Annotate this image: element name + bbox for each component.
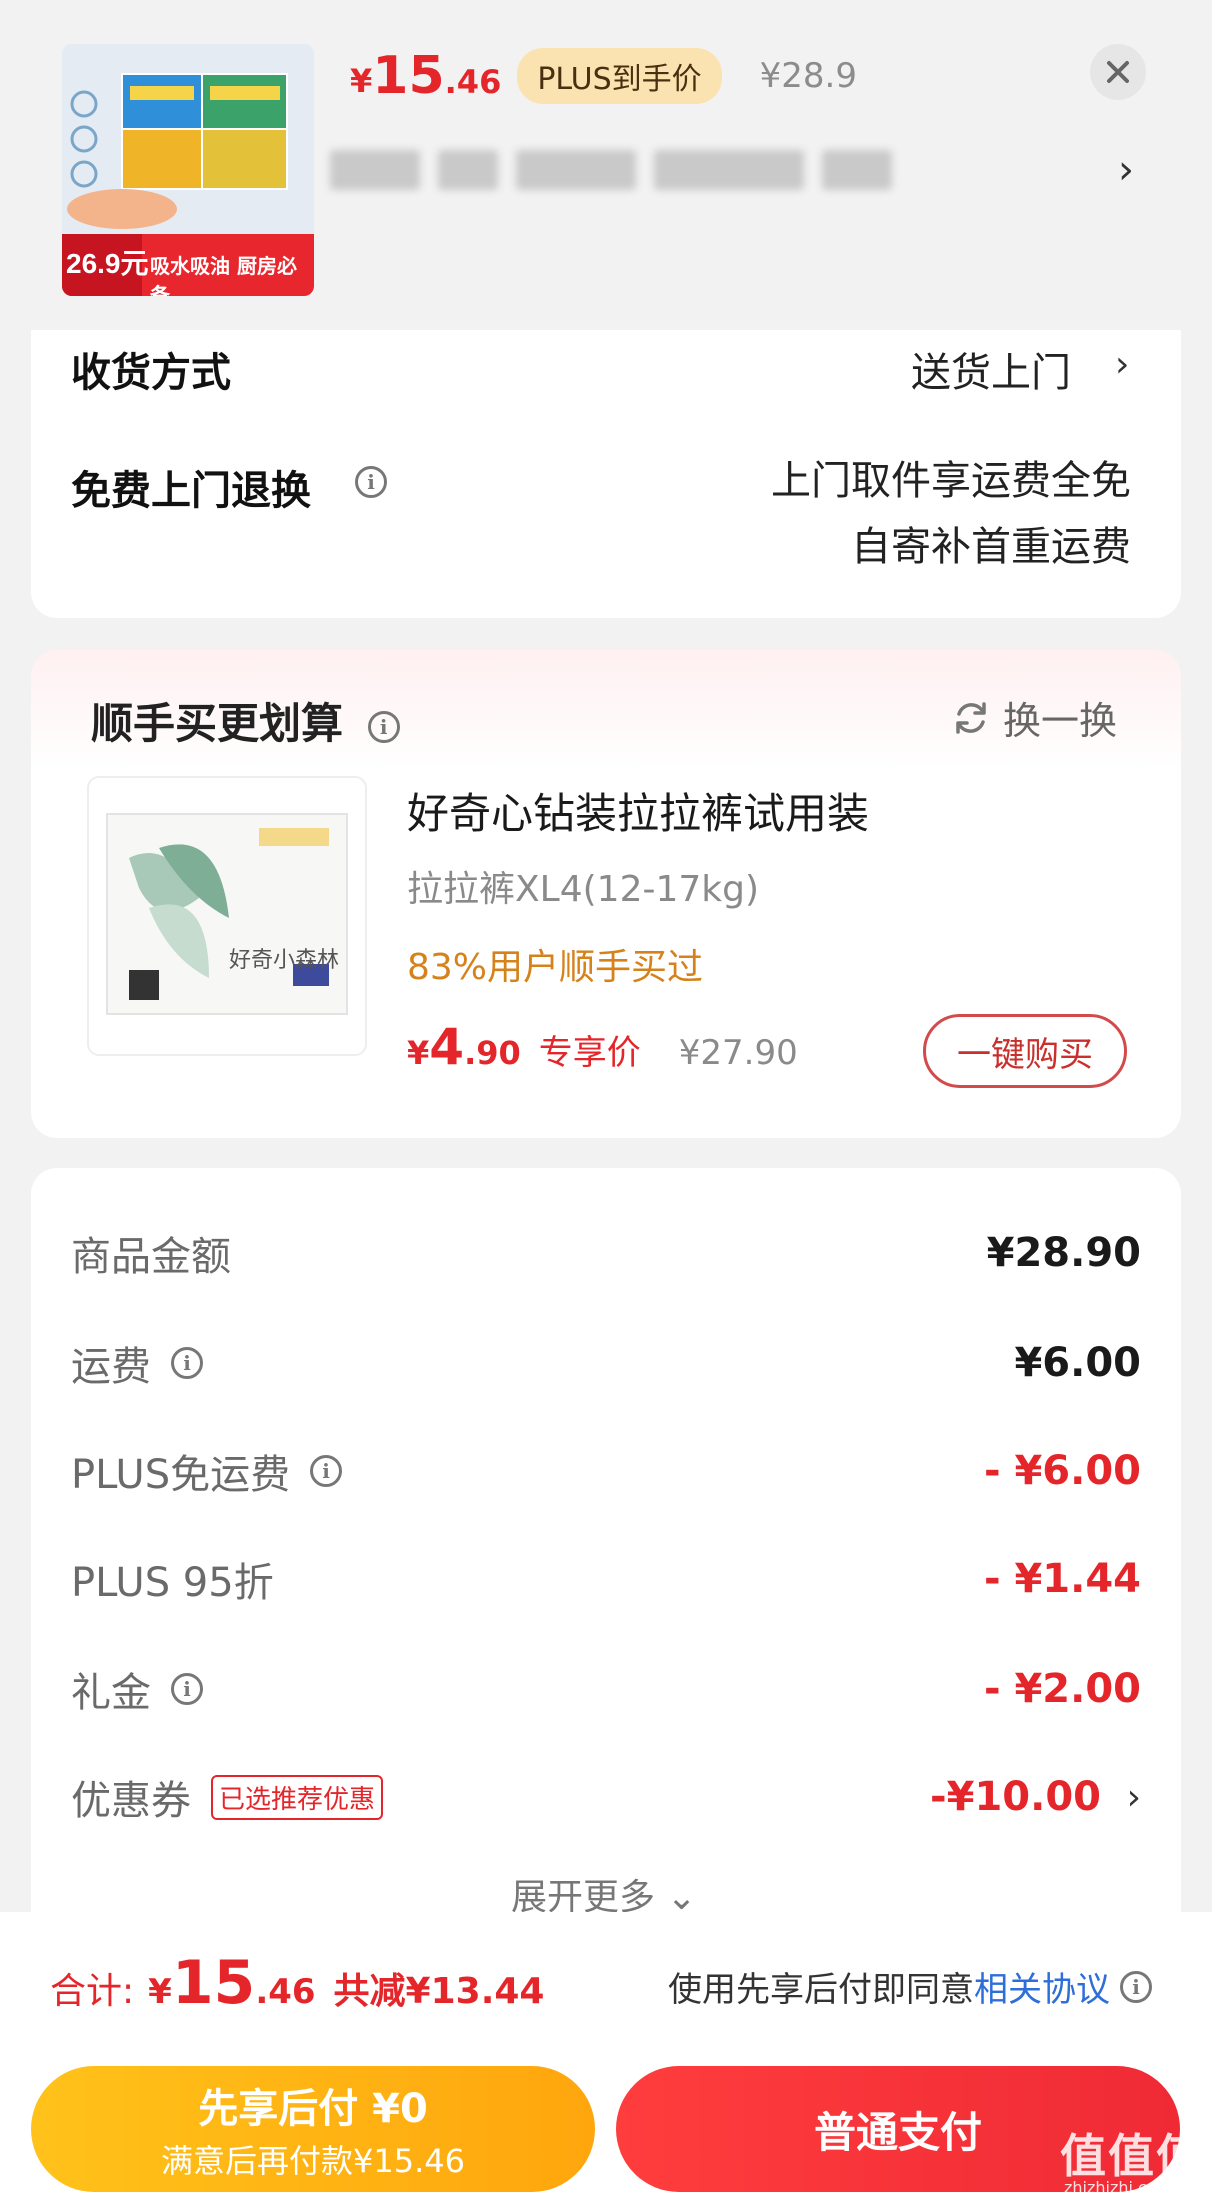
summary-row-gift-money: 礼金 i - ¥2.00 (71, 1654, 1141, 1724)
original-price: ¥28.9 (759, 56, 857, 96)
close-icon (1107, 61, 1129, 83)
total-decimal: .46 (255, 1972, 316, 2012)
price-decimal: .46 (444, 63, 502, 101)
shipping-method-value[interactable]: 送货上门 (911, 340, 1071, 398)
total-integer: 15 (171, 1948, 256, 2018)
total-saved: 共减¥13.44 (333, 1971, 545, 2012)
agreement-text: 使用先享后付即同意相关协议 (668, 1970, 1110, 2010)
shipping-card: 收货方式 送货上门 › 免费上门退换 i 上门取件享运费全免 自寄补首重运费 (31, 330, 1181, 618)
agreement-link[interactable]: 相关协议 (974, 1970, 1110, 2010)
addon-price-row: ¥ 4 .90 专享价 ¥27.90 (407, 1018, 798, 1076)
header-price-row: ¥ 15 .46 PLUS到手价 ¥28.9 (350, 46, 857, 106)
summary-label: 商品金额 (71, 1234, 231, 1280)
summary-value: - ¥2.00 (983, 1666, 1141, 1712)
addon-social-proof: 83%用户顺手买过 (407, 947, 704, 988)
info-icon[interactable]: i (1120, 1970, 1152, 2003)
addon-image-brand-text: 好奇小森林 (229, 948, 340, 973)
one-click-buy-button[interactable]: 一键购买 (923, 1014, 1127, 1088)
total-label: 合计: (50, 1971, 135, 2012)
free-return-label: 免费上门退换 (71, 468, 311, 514)
swap-button[interactable]: 换一换 (951, 690, 1117, 745)
bnpl-sublabel: 满意后再付款¥15.46 (161, 2142, 465, 2180)
site-watermark-url: zhizhizhi.com (1064, 2178, 1173, 2197)
checkout-bar: 合计: ¥ 15 .46 共减¥13.44 使用先享后付即同意相关协议 i 先享… (0, 1912, 1212, 2205)
site-watermark: 值值值 (1060, 2129, 1204, 2183)
summary-value: - ¥6.00 (983, 1448, 1141, 1494)
bnpl-label: 先享后付 ¥0 (198, 2086, 428, 2132)
product-thumbnail[interactable]: 26.9元 吸水吸油 厨房必备 (62, 44, 314, 296)
buy-now-pay-later-button[interactable]: 先享后付 ¥0 满意后再付款¥15.46 (31, 2066, 595, 2192)
summary-label: PLUS免运费 i (71, 1442, 343, 1500)
add-on-recommendation-card: 顺手买更划算 i 换一换 好奇小森林 好奇心钻装拉拉裤试用装 拉拉裤XL4(12… (31, 650, 1181, 1138)
summary-value: -¥10.00 (930, 1774, 1101, 1820)
summary-value: ¥28.90 (986, 1230, 1141, 1276)
summary-row-plus-discount: PLUS 95折 - ¥1.44 (71, 1544, 1141, 1614)
swap-label: 换一换 (1003, 699, 1118, 743)
summary-row-plus-free-shipping: PLUS免运费 i - ¥6.00 (71, 1436, 1141, 1506)
thumbnail-promo-text: 吸水吸油 厨房必备 (150, 254, 297, 296)
info-icon[interactable]: i (367, 710, 400, 743)
info-icon[interactable]: i (171, 1347, 203, 1379)
addon-product-image[interactable]: 好奇小森林 (87, 776, 367, 1056)
summary-row-shipping: 运费 i ¥6.00 (71, 1328, 1141, 1398)
info-icon[interactable]: i (355, 466, 387, 498)
diaper-pack-image (106, 813, 348, 1015)
summary-value: ¥6.00 (1014, 1340, 1141, 1386)
thumbnail-promo-price: 26.9元 (66, 248, 149, 279)
addon-price-decimal: .90 (464, 1034, 521, 1072)
chevron-right-icon[interactable]: › (1115, 344, 1129, 385)
agreement-notice: 使用先享后付即同意相关协议 i (668, 1962, 1152, 2011)
price-currency: ¥ (350, 62, 373, 100)
addon-price-integer: 4 (429, 1018, 465, 1076)
coupon-tag: 已选推荐优惠 (211, 1774, 384, 1820)
summary-label: PLUS 95折 (71, 1560, 274, 1606)
summary-row-subtotal: 商品金额 ¥28.90 (71, 1218, 1141, 1288)
addon-original-price: ¥27.90 (678, 1033, 798, 1073)
blurred-product-title[interactable] (330, 140, 930, 200)
addon-price-currency: ¥ (407, 1034, 430, 1072)
total-currency: ¥ (148, 1972, 172, 2012)
price-integer: 15 (372, 46, 445, 106)
plus-price-badge: PLUS到手价 (517, 48, 722, 104)
summary-label: 礼金 i (71, 1660, 203, 1718)
info-icon[interactable]: i (310, 1455, 343, 1487)
close-button[interactable] (1090, 44, 1146, 100)
bundle-title: 顺手买更划算 i (91, 690, 400, 751)
summary-value: - ¥1.44 (983, 1556, 1141, 1602)
product-header: 26.9元 吸水吸油 厨房必备 ¥ 15 .46 PLUS到手价 ¥28.9 › (0, 0, 1212, 330)
info-icon[interactable]: i (171, 1673, 203, 1705)
free-return-line1: 上门取件享运费全免 (771, 458, 1131, 504)
refresh-icon (956, 701, 986, 734)
summary-label: 优惠券 已选推荐优惠 (71, 1768, 384, 1826)
summary-label: 运费 i (71, 1334, 203, 1392)
total-row: 合计: ¥ 15 .46 共减¥13.44 (50, 1948, 544, 2018)
addon-product-name[interactable]: 好奇心钻装拉拉裤试用装 (407, 780, 869, 841)
free-return-line2: 自寄补首重运费 (851, 524, 1131, 570)
addon-product-spec: 拉拉裤XL4(12-17kg) (407, 869, 760, 910)
summary-row-coupon[interactable]: 优惠券 已选推荐优惠 -¥10.00 › (71, 1762, 1141, 1832)
chevron-right-icon[interactable]: › (1118, 150, 1142, 190)
chevron-right-icon[interactable]: › (1127, 1777, 1141, 1818)
bundle-title-text: 顺手买更划算 (91, 699, 344, 748)
shipping-method-label: 收货方式 (71, 350, 231, 396)
addon-price-tag: 专享价 (538, 1033, 641, 1073)
